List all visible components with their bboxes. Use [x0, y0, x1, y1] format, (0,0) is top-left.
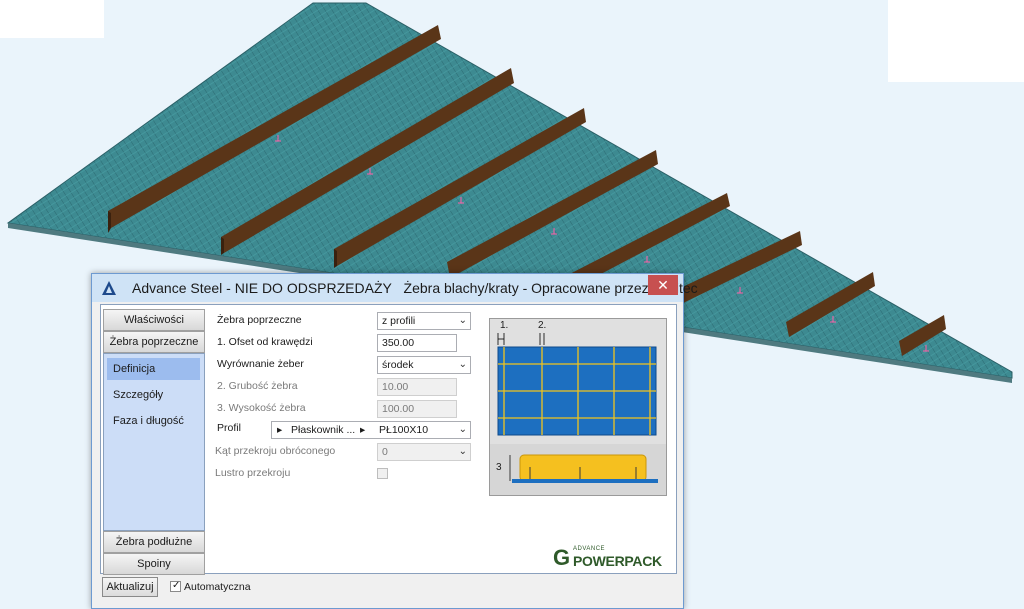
rib-alignment-select[interactable]: środek ⌄ [377, 356, 471, 374]
update-button[interactable]: Aktualizuj [102, 577, 158, 597]
label-rib-alignment: Wyrównanie żeber [217, 358, 304, 370]
label-mirror-section: Lustro przekroju [215, 467, 291, 479]
label-edge-offset: 1. Ofset od krawędzi [217, 336, 313, 348]
nav-section-longitudinal-ribs[interactable]: Żebra podłużne [103, 531, 205, 553]
nav-item-phase-length[interactable]: Faza i długość [107, 410, 200, 432]
nav-item-details[interactable]: Szczegóły [107, 384, 200, 406]
auto-update-checkbox[interactable]: ✓ [170, 580, 181, 592]
rib-thickness-input: 10.00 [377, 378, 457, 396]
rib-height-input: 100.00 [377, 400, 457, 418]
auto-update-label: Automatyczna [184, 581, 251, 593]
nav-item-definition[interactable]: Definicja [107, 358, 200, 380]
powerpack-logo-text: POWERPACK [573, 553, 662, 569]
checkmark-icon: ✓ [172, 580, 181, 591]
close-button[interactable]: ✕ [648, 275, 678, 295]
powerpack-logo-g: G [553, 545, 571, 570]
profile-selector[interactable]: ▸ Płaskownik ... ▸ PŁ100X10 ⌄ [271, 421, 471, 439]
app-title: Advance Steel - NIE DO ODSPRZEDAŻY [132, 280, 392, 296]
edge-offset-input[interactable]: 350.00 [377, 334, 457, 352]
powerpack-logo-advance: ADVANCE [573, 546, 606, 552]
transverse-ribs-value: z profili [382, 315, 416, 327]
label-rib-height: 3. Wysokość żebra [217, 402, 306, 414]
caret-right-icon: ▸ [360, 424, 366, 436]
rotated-angle-value: 0 [382, 446, 388, 458]
preview-rib-section [519, 454, 647, 482]
rotated-angle-select: 0 ⌄ [377, 443, 471, 461]
label-rotated-section-angle: Kąt przekroju obróconego [215, 445, 336, 457]
dialog-title: Advance Steel - NIE DO ODSPRZEDAŻY Żebra… [132, 280, 698, 296]
ribs-dialog: Advance Steel - NIE DO ODSPRZEDAŻY Żebra… [91, 273, 698, 609]
chevron-down-icon: ⌄ [458, 315, 467, 326]
label-rib-thickness: 2. Grubość żebra [217, 380, 298, 392]
advance-steel-logo-icon [102, 281, 116, 295]
dialog-titlebar[interactable]: Advance Steel - NIE DO ODSPRZEDAŻY Żebra… [92, 274, 698, 302]
nav-section-properties[interactable]: Właściwości [103, 309, 205, 331]
mirror-section-checkbox [377, 468, 388, 479]
nav-section-transverse-ribs[interactable]: Żebra poprzeczne [103, 331, 205, 353]
preview-label-height: 3 [496, 462, 502, 473]
preview-label-thickness: 2. [538, 320, 547, 331]
transverse-ribs-select[interactable]: z profili ⌄ [377, 312, 471, 330]
label-transverse-ribs: Żebra poprzeczne [217, 314, 302, 326]
chevron-down-icon: ⌄ [458, 359, 467, 370]
label-profile: Profil [217, 422, 241, 434]
profile-type-value: Płaskownik ... [291, 424, 356, 436]
dialog-client-area: Właściwości Żebra poprzeczne Definicja S… [100, 304, 677, 575]
profile-size-value: PŁ100X10 [379, 424, 429, 436]
rib-preview-diagram: 1. 2. 3 [489, 318, 667, 496]
nav-item-list: Definicja Szczegóły Faza i długość [103, 353, 205, 531]
rib-alignment-value: środek [382, 359, 414, 371]
caret-right-icon: ▸ [277, 424, 283, 436]
navigation-panel: Właściwości Żebra poprzeczne Definicja S… [103, 307, 205, 575]
chevron-down-icon: ⌄ [458, 446, 467, 457]
preview-label-offset: 1. [500, 320, 509, 331]
nav-section-welds[interactable]: Spoiny [103, 553, 205, 575]
chevron-down-icon: ⌄ [458, 424, 467, 435]
powerpack-logo: G ADVANCE POWERPACK [553, 545, 673, 570]
